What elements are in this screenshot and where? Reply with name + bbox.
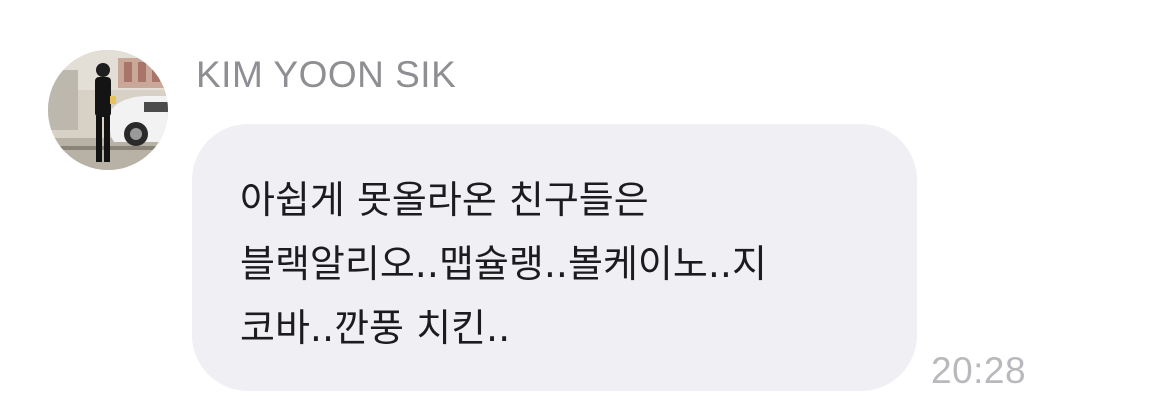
profile-photo-icon: [48, 50, 168, 170]
message-text-line: 아쉽게 못올라온 친구들은: [240, 178, 649, 222]
message-bubble[interactable]: 아쉽게 못올라온 친구들은 블랙알리오..맵슐랭..볼케이노..지 코바..깐풍…: [192, 124, 917, 391]
message-text-line: 블랙알리오..맵슐랭..볼케이노..지: [240, 242, 767, 286]
sender-avatar[interactable]: [48, 50, 168, 170]
sender-name: KIM YOON SIK: [196, 54, 457, 95]
message-timestamp: 20:28: [931, 350, 1027, 391]
message-text-line: 코바..깐풍 치킨..: [240, 306, 511, 350]
